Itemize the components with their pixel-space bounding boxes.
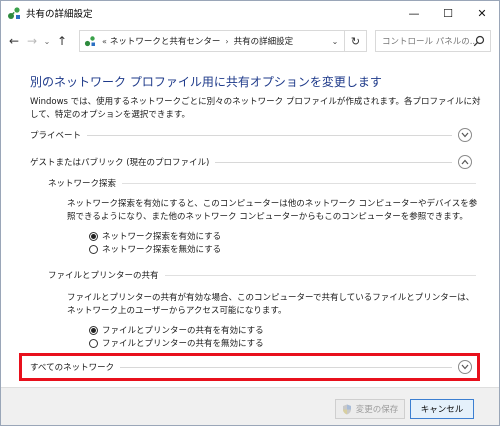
radio-discovery-off-label: ネットワーク探索を無効にする [102, 245, 222, 255]
network-location-icon [84, 35, 98, 47]
expand-all-networks-button[interactable] [458, 360, 472, 374]
close-button[interactable]: ✕ [465, 1, 499, 25]
radio-sharing-off[interactable]: ファイルとプリンターの共有を無効にする [89, 337, 264, 349]
network-discovery-description: ネットワーク探索を有効にすると、このコンピューターは他のネットワーク コンピュー… [67, 199, 478, 222]
search-placeholder: コントロール パネルの... [382, 37, 478, 47]
refresh-button[interactable]: ↻ [345, 30, 367, 52]
network-discovery-heading: ネットワーク探索 [48, 179, 117, 189]
cancel-label: キャンセル [420, 405, 464, 415]
radio-unselected-icon [89, 244, 98, 254]
section-divider [87, 134, 452, 136]
search-input[interactable]: コントロール パネルの... [375, 30, 491, 52]
section-guest-header[interactable]: ゲストまたはパブリック (現在のプロファイル) [30, 155, 452, 169]
section-divider [215, 161, 452, 163]
back-button[interactable]: ← [5, 30, 23, 52]
save-changes-label: 変更の保存 [355, 405, 399, 415]
expand-private-button[interactable] [458, 128, 472, 142]
search-icon [473, 35, 485, 50]
radio-sharing-on[interactable]: ファイルとプリンターの共有を有効にする [89, 324, 264, 336]
section-divider [120, 366, 452, 368]
network-sharing-icon [7, 6, 21, 20]
back-arrow-icon: ← [8, 34, 20, 48]
maximize-icon: ☐ [443, 6, 453, 20]
radio-selected-icon [89, 231, 98, 241]
up-button[interactable]: ↑ [53, 30, 71, 52]
file-sharing-description: ファイルとプリンターの共有が有効な場合、このコンピューターで共有しているファイル… [67, 293, 475, 316]
advanced-sharing-window: 共有の詳細設定 — ☐ ✕ ← → ⌄ ↑ « ネットワークと共有センター › … [0, 0, 500, 426]
collapse-guest-button[interactable] [458, 155, 472, 169]
title-bar[interactable]: 共有の詳細設定 — ☐ ✕ [1, 1, 499, 25]
address-dropdown-button[interactable]: ⌄ [326, 30, 344, 52]
section-all-networks-header[interactable]: すべてのネットワーク [30, 360, 452, 374]
breadcrumb-separator-icon[interactable]: › [225, 37, 228, 46]
chevron-down-icon: ⌄ [43, 36, 51, 46]
chevron-down-icon [461, 364, 469, 370]
close-icon: ✕ [477, 6, 487, 20]
radio-discovery-on[interactable]: ネットワーク探索を有効にする [89, 230, 221, 242]
refresh-icon: ↻ [350, 34, 361, 48]
chevron-up-icon [461, 159, 469, 165]
radio-discovery-on-label: ネットワーク探索を有効にする [102, 232, 222, 242]
file-sharing-heading: ファイルとプリンターの共有 [48, 271, 159, 281]
section-private-label: プライベート [30, 131, 82, 141]
radio-sharing-off-label: ファイルとプリンターの共有を無効にする [102, 339, 264, 349]
breadcrumb-network-center[interactable]: ネットワークと共有センター [110, 35, 221, 47]
radio-unselected-icon [89, 338, 98, 348]
forward-arrow-icon: → [26, 34, 38, 48]
recent-locations-button[interactable]: ⌄ [41, 30, 53, 52]
overflow-chevron-icon[interactable]: « [102, 37, 107, 46]
minimize-icon: — [408, 6, 420, 20]
navigation-bar: ← → ⌄ ↑ « ネットワークと共有センター › 共有の詳細設定 ⌄ ↻ コン… [1, 25, 499, 57]
up-arrow-icon: ↑ [56, 34, 68, 48]
main-content: 別のネットワーク プロファイル用に共有オプションを変更します Windows で… [1, 57, 499, 387]
section-private-header[interactable]: プライベート [30, 128, 452, 142]
save-changes-button[interactable]: 変更の保存 [335, 399, 405, 419]
footer-bar: 変更の保存 キャンセル [1, 387, 499, 425]
subsection-divider [122, 182, 476, 184]
maximize-button[interactable]: ☐ [431, 1, 465, 25]
radio-sharing-on-label: ファイルとプリンターの共有を有効にする [102, 326, 264, 336]
network-discovery-header: ネットワーク探索 [48, 177, 476, 189]
window-title: 共有の詳細設定 [26, 9, 93, 20]
cancel-button[interactable]: キャンセル [410, 399, 474, 419]
chevron-down-icon: ⌄ [331, 36, 339, 46]
radio-selected-icon [89, 325, 98, 335]
subsection-divider [164, 274, 476, 276]
forward-button[interactable]: → [23, 30, 41, 52]
address-bar[interactable]: « ネットワークと共有センター › 共有の詳細設定 [79, 30, 345, 52]
section-guest-label: ゲストまたはパブリック (現在のプロファイル) [30, 158, 210, 168]
uac-shield-icon [342, 404, 352, 415]
chevron-down-icon [461, 132, 469, 138]
intro-text: Windows では、使用するネットワークごとに別々のネットワーク プロファイル… [30, 97, 481, 120]
breadcrumb-advanced-sharing[interactable]: 共有の詳細設定 [234, 35, 294, 47]
section-all-networks-label: すべてのネットワーク [30, 363, 115, 373]
file-sharing-header: ファイルとプリンターの共有 [48, 269, 476, 281]
page-title: 別のネットワーク プロファイル用に共有オプションを変更します [30, 75, 382, 89]
minimize-button[interactable]: — [397, 1, 431, 25]
radio-discovery-off[interactable]: ネットワーク探索を無効にする [89, 243, 221, 255]
